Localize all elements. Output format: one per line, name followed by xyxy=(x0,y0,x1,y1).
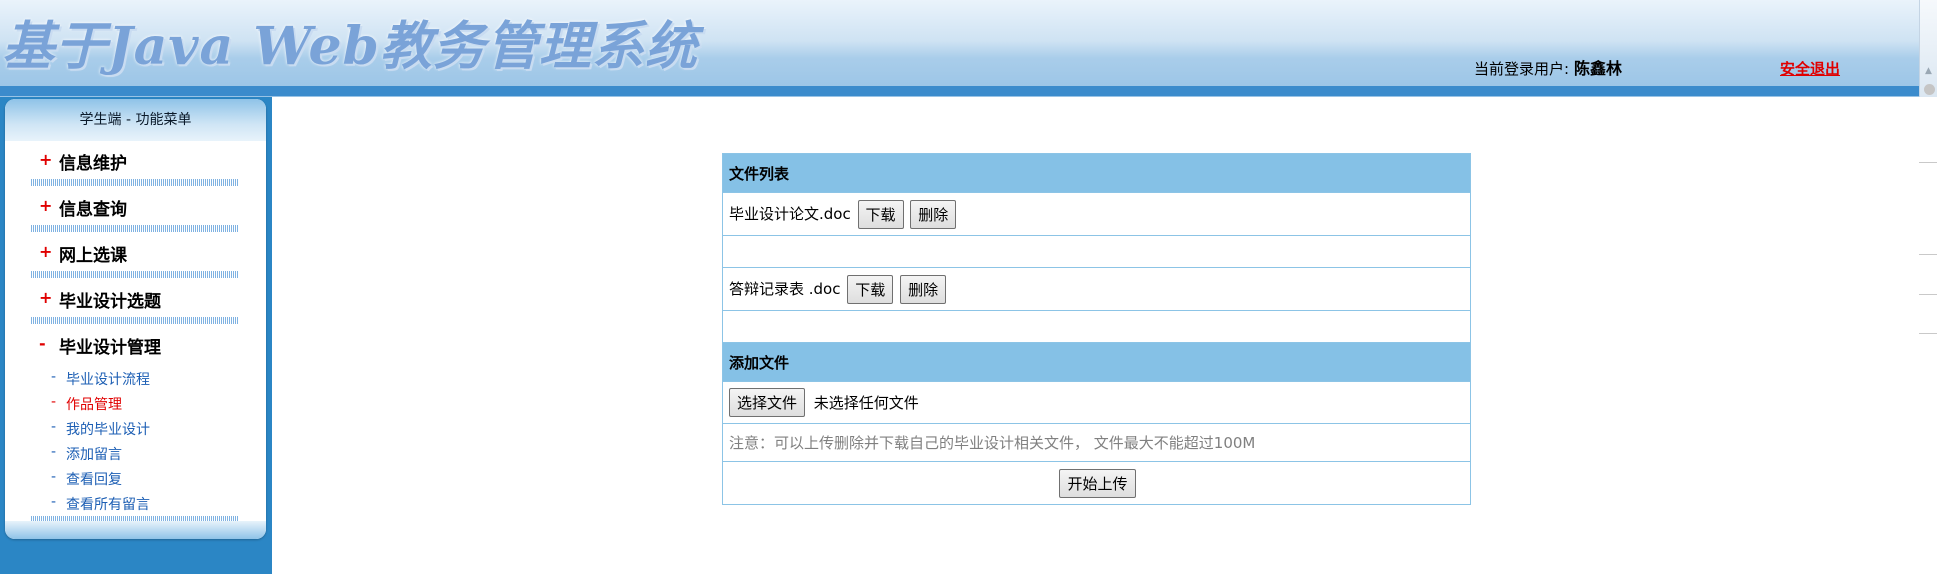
file-row: 毕业设计论文.doc 下载 删除 xyxy=(722,192,1471,236)
submenu-label: 查看所有留言 xyxy=(66,497,150,513)
header-strip xyxy=(0,86,1937,96)
start-upload-button[interactable]: 开始上传 xyxy=(1059,468,1136,498)
sidebar: 学生端 - 功能菜单 + 信息维护 + 信息查询 + 网上选课 + 毕业设计选题… xyxy=(0,97,272,574)
menu-separator xyxy=(31,271,238,278)
expand-plus-icon: + xyxy=(39,288,53,307)
menu-group-info-query[interactable]: + 信息查询 xyxy=(5,187,266,233)
submenu-label: 毕业设计流程 xyxy=(66,372,150,388)
function-menu: 学生端 - 功能菜单 + 信息维护 + 信息查询 + 网上选课 + 毕业设计选题… xyxy=(5,99,266,539)
download-button[interactable]: 下载 xyxy=(847,274,894,304)
edge-divider xyxy=(1919,333,1937,334)
bullet-dash: - xyxy=(51,419,57,435)
delete-button[interactable]: 删除 xyxy=(910,199,957,229)
download-button[interactable]: 下载 xyxy=(857,199,904,229)
empty-row xyxy=(722,235,1471,268)
submenu-label: 查看回复 xyxy=(66,472,122,488)
menu-group-info-maintenance[interactable]: + 信息维护 xyxy=(5,141,266,187)
bullet-dash: - xyxy=(51,469,57,485)
submenu-item-thesis-process[interactable]: - 毕业设计流程 xyxy=(5,365,266,390)
choose-file-button[interactable]: 选择文件 xyxy=(729,388,806,417)
menu-group-thesis-management[interactable]: - 毕业设计管理 xyxy=(5,325,266,365)
bullet-dash: - xyxy=(51,494,57,510)
app-title: 基于Java Web教务管理系统 xyxy=(2,16,698,77)
collapse-minus-icon: - xyxy=(39,334,46,353)
scrollbar-track[interactable] xyxy=(1919,0,1937,97)
no-file-selected-text: 未选择任何文件 xyxy=(813,394,919,412)
menu-group-label: 信息查询 xyxy=(59,200,127,220)
login-label: 当前登录用户: xyxy=(1474,60,1570,78)
submenu-item-view-all-messages[interactable]: - 查看所有留言 xyxy=(5,490,266,515)
submenu-label: 添加留言 xyxy=(66,447,122,463)
submenu-label: 我的毕业设计 xyxy=(66,422,150,438)
file-management-table: 文件列表 毕业设计论文.doc 下载 删除 答辩记录表 .doc 下载 删除 添… xyxy=(722,153,1471,505)
file-list-header: 文件列表 xyxy=(722,153,1471,193)
edge-divider xyxy=(1919,294,1937,295)
submit-row: 开始上传 xyxy=(722,461,1471,505)
upload-note: 注意：可以上传删除并下载自己的毕业设计相关文件， 文件最大不能超过100M xyxy=(722,423,1471,462)
expand-plus-icon: + xyxy=(39,196,53,215)
submenu-item-view-replies[interactable]: - 查看回复 xyxy=(5,465,266,490)
delete-button[interactable]: 删除 xyxy=(900,274,947,304)
menu-separator xyxy=(31,317,238,324)
logout-link[interactable]: 安全退出 xyxy=(1780,58,1840,79)
file-name: 答辩记录表 .doc xyxy=(729,279,841,298)
menu-separator xyxy=(31,179,238,186)
submenu-item-add-message[interactable]: - 添加留言 xyxy=(5,440,266,465)
menu-group-label: 信息维护 xyxy=(59,154,127,174)
expand-plus-icon: + xyxy=(39,242,53,261)
scroll-up-arrow-icon[interactable]: ▲ xyxy=(1925,66,1932,76)
scrollbar-thumb[interactable] xyxy=(1924,84,1935,95)
submenu-item-work-management[interactable]: - 作品管理 xyxy=(5,390,266,415)
submenu-item-my-thesis[interactable]: - 我的毕业设计 xyxy=(5,415,266,440)
file-name: 毕业设计论文.doc xyxy=(729,204,851,223)
submenu-label: 作品管理 xyxy=(66,397,122,413)
menu-footer xyxy=(5,521,266,539)
file-row: 答辩记录表 .doc 下载 删除 xyxy=(722,267,1471,311)
edge-divider xyxy=(1919,254,1937,255)
menu-group-label: 毕业设计管理 xyxy=(59,338,161,358)
expand-plus-icon: + xyxy=(39,150,53,169)
bullet-dash: - xyxy=(51,394,57,410)
page-header: 基于Java Web教务管理系统 当前登录用户: 陈鑫林 安全退出 xyxy=(0,0,1937,97)
empty-row xyxy=(722,310,1471,343)
edge-divider xyxy=(1919,162,1937,163)
add-file-header: 添加文件 xyxy=(722,342,1471,382)
menu-group-course-selection[interactable]: + 网上选课 xyxy=(5,233,266,279)
menu-group-label: 网上选课 xyxy=(59,246,127,266)
login-user-name: 陈鑫林 xyxy=(1574,59,1623,78)
file-picker-row: 选择文件 未选择任何文件 xyxy=(722,381,1471,424)
menu-title: 学生端 - 功能菜单 xyxy=(5,99,266,141)
bullet-dash: - xyxy=(51,369,57,385)
bullet-dash: - xyxy=(51,444,57,460)
menu-group-thesis-topic[interactable]: + 毕业设计选题 xyxy=(5,279,266,325)
menu-group-label: 毕业设计选题 xyxy=(59,292,161,312)
menu-separator xyxy=(31,225,238,232)
